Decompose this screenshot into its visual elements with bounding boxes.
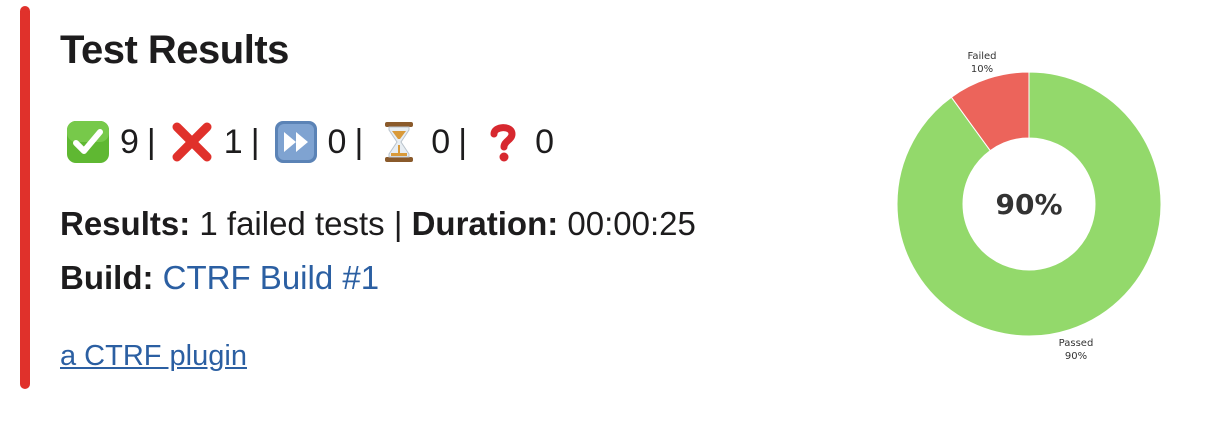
duration-label: Duration:: [411, 205, 559, 242]
question-mark-icon: [475, 114, 531, 170]
build-label: Build:: [60, 259, 154, 296]
donut-chart-svg: Failed 10% Passed 90% 90%: [896, 51, 1162, 362]
skipped-count: 0: [327, 122, 347, 161]
results-label: Results:: [60, 205, 191, 242]
test-summary-row: 9 | 1 | 0 | 0 | 0: [60, 114, 560, 170]
separator: |: [458, 122, 468, 161]
build-line: Build: CTRF Build #1: [60, 256, 379, 300]
check-mark-icon: [60, 114, 116, 170]
results-donut-chart: Failed 10% Passed 90% 90%: [880, 40, 1180, 370]
hourglass-icon: [371, 114, 427, 170]
message-content: Test Results 9 | 1 | 0 | 0 | 0 Results: …: [60, 22, 840, 372]
page-title: Test Results: [60, 28, 289, 72]
separator: |: [250, 122, 260, 161]
pending-count: 0: [431, 122, 451, 161]
other-count: 0: [535, 122, 554, 161]
slice-label-failed: Failed: [967, 51, 996, 62]
results-line: Results: 1 failed tests | Duration: 00:0…: [60, 202, 696, 246]
slice-percent-failed: 10%: [971, 64, 993, 75]
attachment-color-bar: [20, 6, 30, 389]
plugin-link[interactable]: a CTRF plugin: [60, 336, 247, 376]
separator: |: [354, 122, 364, 161]
passed-count: 9: [120, 122, 139, 161]
slice-percent-passed: 90%: [1065, 351, 1087, 362]
failed-count: 1: [223, 122, 243, 161]
cross-mark-icon: [164, 114, 220, 170]
build-link[interactable]: CTRF Build #1: [163, 259, 379, 296]
separator: |: [146, 122, 156, 161]
fast-forward-icon: [268, 114, 324, 170]
duration-value: 00:00:25: [567, 205, 696, 242]
results-value: 1 failed tests: [199, 205, 385, 242]
slice-label-passed: Passed: [1059, 338, 1094, 349]
divider: |: [393, 205, 403, 242]
donut-center-label: 90%: [995, 188, 1062, 221]
